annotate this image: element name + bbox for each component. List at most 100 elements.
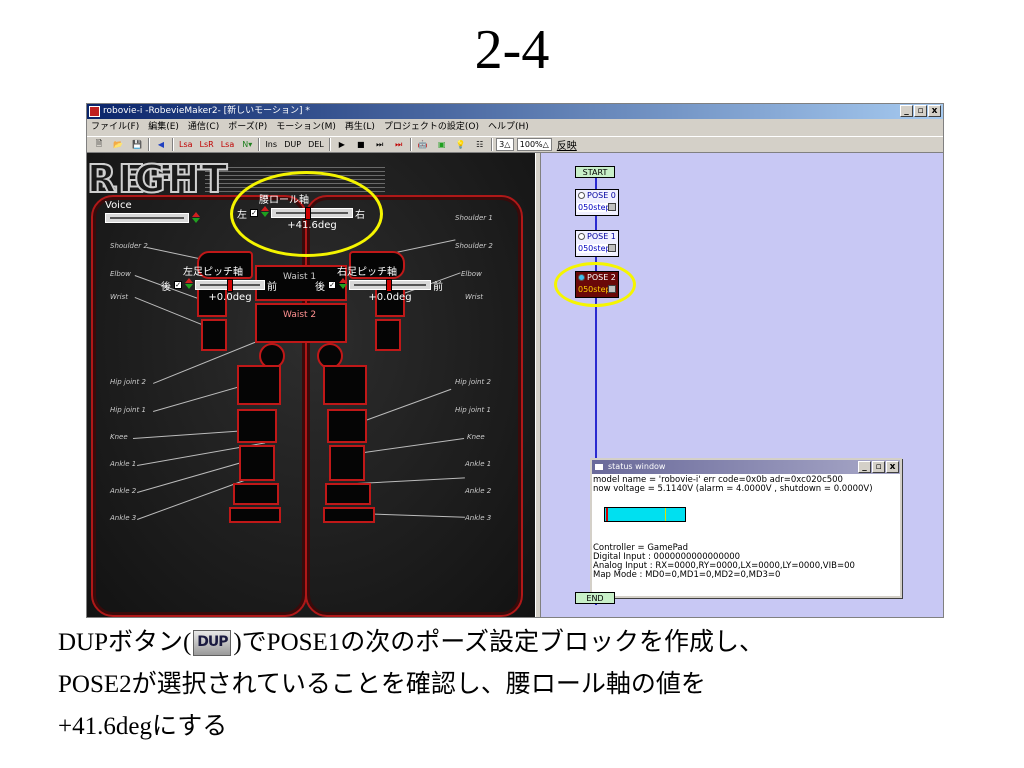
dup-button[interactable]: DUP <box>282 139 303 151</box>
caption-line-1-a: DUPボタン( <box>58 629 192 656</box>
left-pitch-track[interactable] <box>195 279 265 292</box>
status-maximize-button[interactable]: ▫ <box>872 461 885 473</box>
left-thigh-part[interactable] <box>237 365 281 405</box>
back-arrow-icon[interactable]: ◀ <box>153 139 169 151</box>
step-spinner[interactable]: 3 △ <box>495 138 514 151</box>
left-foot-part[interactable] <box>229 507 281 523</box>
voice-slider[interactable] <box>105 212 205 226</box>
left-part-elbow: Elbow <box>110 270 131 278</box>
left-pitch-caption: 左足ピッチ軸 <box>183 267 243 278</box>
right-part-ankle-3: Ankle 3 <box>465 514 492 522</box>
green-box-icon[interactable]: ▣ <box>434 139 450 151</box>
lightbulb-icon[interactable]: 💡 <box>453 139 469 151</box>
waist-roll-thumb[interactable] <box>305 207 311 220</box>
del-button[interactable]: DEL <box>306 139 326 151</box>
menu-file[interactable]: ファイル(F) <box>91 120 139 135</box>
right-forearm-part[interactable] <box>375 319 401 351</box>
mirror-button[interactable]: 反映 <box>555 139 579 152</box>
waist-roll-track[interactable] <box>271 207 353 220</box>
record-icon[interactable]: ⏭ <box>391 139 407 151</box>
menu-help[interactable]: ヘルプ(H) <box>488 120 529 135</box>
end-node[interactable]: END <box>575 592 615 604</box>
menu-project-settings[interactable]: プロジェクトの設定(O) <box>384 120 479 135</box>
open-folder-icon[interactable]: 📂 <box>110 139 126 151</box>
voice-spin-icon[interactable] <box>191 212 200 224</box>
toolbar-separator <box>258 138 261 151</box>
status-minimize-button[interactable]: _ <box>858 461 871 473</box>
minimize-button[interactable]: _ <box>900 105 913 117</box>
left-pitch-checkbox[interactable]: ✓ <box>174 281 182 289</box>
maximize-button[interactable]: ▫ <box>914 105 927 117</box>
pose-1-edit-icon[interactable] <box>608 244 616 252</box>
menu-pose[interactable]: ポーズ(P) <box>228 120 267 135</box>
ins-button[interactable]: Ins <box>263 139 279 151</box>
right-pitch-checkbox[interactable]: ✓ <box>328 281 336 289</box>
right-pitch-left-end: 後 <box>315 282 325 293</box>
right-pitch-value: +0.0deg <box>368 292 412 303</box>
left-forearm-part[interactable] <box>201 319 227 351</box>
right-shin-part[interactable] <box>329 445 365 481</box>
voice-slider-track[interactable] <box>105 213 189 223</box>
right-pitch-track[interactable] <box>349 279 431 292</box>
right-ankle-part[interactable] <box>325 483 371 505</box>
voltage-alarm-marker <box>606 508 608 521</box>
waist-roll-checkbox[interactable]: ✓ <box>250 209 258 217</box>
right-pitch-spin-icon[interactable] <box>338 278 347 290</box>
start-node[interactable]: START <box>575 166 615 178</box>
n-dropdown-icon[interactable]: N▾ <box>239 139 255 151</box>
status-close-button[interactable]: x <box>886 461 899 473</box>
left-pitch-slider: 左足ピッチ軸 後 ✓ 前 +0.0deg <box>161 263 301 307</box>
left-ankle-part[interactable] <box>233 483 279 505</box>
left-shin-part[interactable] <box>239 445 275 481</box>
right-pitch-thumb[interactable] <box>386 279 392 292</box>
menu-edit[interactable]: 編集(E) <box>148 120 179 135</box>
pose-0-edit-icon[interactable] <box>608 203 616 211</box>
pose-2-block[interactable]: POSE 2 050step <box>575 271 619 298</box>
left-part-wrist: Wrist <box>110 293 129 301</box>
robot-icon[interactable]: 🤖 <box>415 139 431 151</box>
caption-line-1-b: )でPOSE1の次のポーズ設定ブロックを作成し、 <box>233 629 765 656</box>
lsa2-button[interactable]: Lsa <box>219 139 237 151</box>
stop-icon[interactable]: ■ <box>353 139 369 151</box>
close-button[interactable]: x <box>928 105 941 117</box>
menu-motion[interactable]: モーション(M) <box>276 120 336 135</box>
pose-0-radio[interactable] <box>578 192 585 199</box>
zoom-spinner[interactable]: 100% △ <box>516 138 552 151</box>
caption-line-2: POSE2が選択されていることを確認し、腰ロール軸の値を <box>58 671 706 698</box>
pose-1-radio[interactable] <box>578 233 585 240</box>
pose-1-step[interactable]: 050step <box>577 244 612 253</box>
controller-icon[interactable]: ☷ <box>472 139 488 151</box>
left-pitch-thumb[interactable] <box>227 279 233 292</box>
pose-0-step[interactable]: 050step <box>577 203 612 212</box>
new-file-icon[interactable]: 🗎 <box>91 139 107 151</box>
pose-2-step[interactable]: 050step <box>577 285 612 294</box>
pose-0-block[interactable]: POSE 0 050step <box>575 189 619 216</box>
left-part-knee: Knee <box>110 433 128 441</box>
window-title: robovie-i -RobevieMaker2- [新しいモーション] * <box>103 106 310 116</box>
right-foot-part[interactable] <box>323 507 375 523</box>
skip-end-icon[interactable]: ⏭ <box>372 139 388 151</box>
caption-line-3: +41.6degにする <box>58 713 228 740</box>
left-pitch-spin-icon[interactable] <box>184 278 193 290</box>
pose-1-block[interactable]: POSE 1 050step <box>575 230 619 257</box>
lsr-button[interactable]: LsR <box>198 139 216 151</box>
menu-play[interactable]: 再生(L) <box>345 120 375 135</box>
menu-comm[interactable]: 通信(C) <box>188 120 219 135</box>
right-pitch-slider: 右足ピッチ軸 後 ✓ 前 +0.0deg <box>315 263 455 307</box>
window-titlebar[interactable]: robovie-i -RobevieMaker2- [新しいモーション] * _… <box>87 104 943 119</box>
left-knee-part[interactable] <box>237 409 277 443</box>
left-pitch-right-end: 前 <box>267 282 277 293</box>
right-thigh-part[interactable] <box>323 365 367 405</box>
left-part-hip-joint-1: Hip joint 1 <box>110 406 146 414</box>
waist-2-part[interactable] <box>255 303 347 343</box>
pose-2-radio[interactable] <box>578 274 585 281</box>
pose-2-edit-icon[interactable] <box>608 285 616 293</box>
lsa-button[interactable]: Lsa <box>177 139 195 151</box>
save-icon[interactable]: 💾 <box>129 139 145 151</box>
right-knee-part[interactable] <box>327 409 367 443</box>
play-icon[interactable]: ▶ <box>334 139 350 151</box>
waist-roll-spin-icon[interactable] <box>260 206 269 218</box>
right-part-ankle-2: Ankle 2 <box>465 487 492 495</box>
status-window-titlebar[interactable]: status window _ ▫ x <box>592 460 900 474</box>
waist-roll-value: +41.6deg <box>287 220 337 231</box>
